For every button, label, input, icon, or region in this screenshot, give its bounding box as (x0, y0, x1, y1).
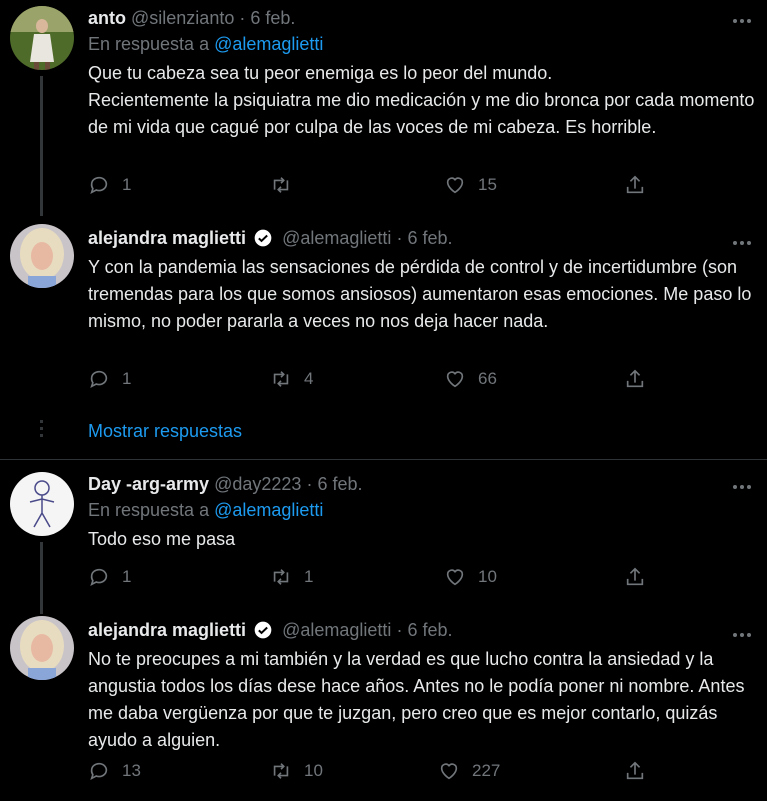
tweet-day-arg-army[interactable]: Day -arg-army @day2223 · 6 feb. En respu… (0, 466, 767, 614)
more-icon[interactable] (733, 10, 755, 23)
tweet-date[interactable]: 6 feb. (407, 620, 452, 640)
tweet-alejandra-2[interactable]: alejandra maglietti @alemaglietti · 6 fe… (0, 610, 767, 801)
conversation-feed: anto @silenzianto · 6 feb. En respuesta … (0, 0, 767, 801)
more-icon[interactable] (733, 476, 755, 489)
verified-badge-icon (254, 621, 272, 639)
reply-icon (90, 370, 108, 388)
tweet-header: anto @silenzianto · 6 feb. (88, 6, 707, 30)
reply-mention[interactable]: @alemaglietti (214, 500, 323, 520)
avatar[interactable] (10, 224, 74, 288)
separator-dot: · (306, 474, 313, 494)
user-handle[interactable]: @day2223 (214, 474, 301, 494)
retweet-icon (273, 371, 289, 387)
tweet-actions: 1 15 (88, 172, 658, 198)
reply-icon (90, 762, 108, 780)
separator-dot: · (396, 228, 403, 248)
show-replies-link[interactable]: Mostrar respuestas (88, 421, 242, 442)
divider (0, 459, 767, 460)
like-button[interactable]: 15 (444, 172, 497, 198)
like-count: 66 (478, 369, 497, 388)
reply-button[interactable]: 13 (88, 758, 141, 784)
retweet-icon (273, 569, 289, 585)
share-icon (626, 175, 644, 194)
reply-context: En respuesta a @alemaglietti (88, 32, 323, 56)
retweet-button[interactable]: 1 (270, 564, 313, 590)
tweet-anto[interactable]: anto @silenzianto · 6 feb. En respuesta … (0, 0, 767, 216)
display-name[interactable]: alejandra maglietti (88, 228, 246, 248)
tweet-text: Y con la pandemia las sensaciones de pér… (88, 257, 752, 331)
avatar[interactable] (10, 472, 74, 536)
more-icon[interactable] (733, 232, 755, 245)
reply-count: 1 (122, 369, 132, 388)
like-count: 10 (478, 567, 497, 586)
like-icon (446, 177, 464, 194)
like-icon (446, 569, 464, 586)
user-handle[interactable]: @alemaglietti (282, 228, 391, 248)
tweet-date[interactable]: 6 feb. (317, 474, 362, 494)
display-name[interactable]: alejandra maglietti (88, 620, 246, 640)
reply-button[interactable]: 1 (88, 564, 131, 590)
like-count: 15 (478, 175, 497, 194)
tweet-header: Day -arg-army @day2223 · 6 feb. (88, 472, 707, 496)
verified-badge-icon (254, 229, 272, 247)
retweet-icon (273, 763, 289, 779)
tweet-alejandra-1[interactable]: alejandra maglietti @alemaglietti · 6 fe… (0, 218, 767, 408)
reply-icon (90, 568, 108, 586)
tweet-actions: 13 10 227 (88, 758, 658, 784)
reply-count: 13 (122, 761, 141, 780)
reply-context: En respuesta a @alemaglietti (88, 498, 323, 522)
retweet-count: 1 (304, 567, 314, 586)
more-icon[interactable] (733, 624, 755, 637)
reply-icon (90, 176, 108, 194)
share-button[interactable] (624, 366, 658, 392)
reply-button[interactable]: 1 (88, 172, 131, 198)
tweet-text: Todo eso me pasa (88, 529, 236, 549)
reply-count: 1 (122, 567, 132, 586)
user-handle[interactable]: @alemaglietti (282, 620, 391, 640)
reply-button[interactable]: 1 (88, 366, 131, 392)
share-button[interactable] (624, 172, 658, 198)
tweet-header: alejandra maglietti @alemaglietti · 6 fe… (88, 226, 707, 250)
retweet-count: 4 (304, 369, 314, 388)
tweet-text: Que tu cabeza sea tu peor enemiga es lo … (88, 63, 755, 137)
thread-line (40, 542, 43, 614)
tweet-text: No te preocupes a mi también y la verdad… (88, 649, 745, 750)
user-handle[interactable]: @silenzianto (131, 8, 234, 28)
retweet-button[interactable] (270, 172, 304, 198)
display-name[interactable]: Day -arg-army (88, 474, 209, 494)
retweet-count: 10 (304, 761, 323, 780)
share-icon (626, 761, 644, 780)
display-name[interactable]: anto (88, 8, 126, 28)
share-icon (626, 369, 644, 388)
tweet-actions: 1 1 10 (88, 564, 658, 590)
like-count: 227 (472, 761, 501, 780)
separator-dot: · (239, 8, 246, 28)
share-icon (626, 567, 644, 586)
separator-dot: · (396, 620, 403, 640)
share-button[interactable] (624, 758, 658, 784)
retweet-button[interactable]: 10 (270, 758, 323, 784)
tweet-header: alejandra maglietti @alemaglietti · 6 fe… (88, 618, 707, 642)
tweet-date[interactable]: 6 feb. (407, 228, 452, 248)
like-icon (440, 763, 458, 780)
reply-prefix: En respuesta a (88, 500, 210, 520)
like-button[interactable]: 10 (444, 564, 497, 590)
reply-count: 1 (122, 175, 132, 194)
avatar[interactable] (10, 6, 74, 70)
share-button[interactable] (624, 564, 658, 590)
retweet-button[interactable]: 4 (270, 366, 313, 392)
tweet-actions: 1 4 66 (88, 366, 658, 392)
reply-mention[interactable]: @alemaglietti (214, 34, 323, 54)
like-button[interactable]: 227 (438, 758, 500, 784)
thread-line (40, 76, 43, 216)
collapsed-thread-dots (40, 420, 43, 441)
retweet-icon (273, 177, 289, 193)
reply-prefix: En respuesta a (88, 34, 210, 54)
avatar[interactable] (10, 616, 74, 680)
tweet-date[interactable]: 6 feb. (250, 8, 295, 28)
like-button[interactable]: 66 (444, 366, 497, 392)
like-icon (446, 371, 464, 388)
